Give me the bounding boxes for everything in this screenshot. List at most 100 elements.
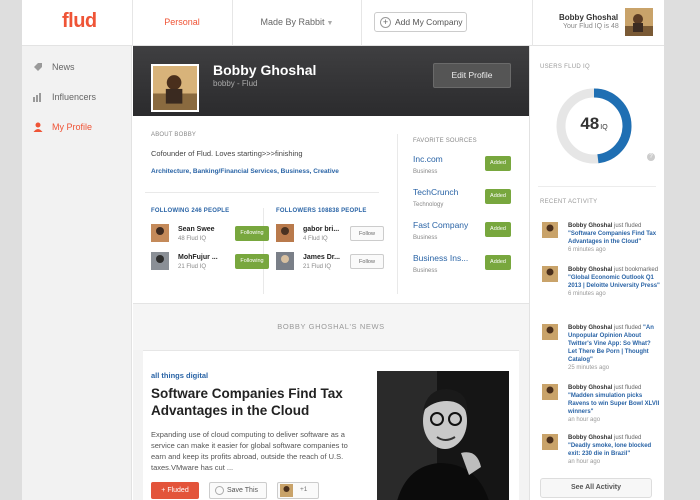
activity-link[interactable]: "Software Companies Find Tax Advantages … — [568, 231, 656, 245]
about-caption: ABOUT BOBBY — [151, 132, 197, 138]
list-item: gabor bri... 4 Flud IQ Follow — [276, 224, 396, 246]
tab-label: Made By Rabbit — [260, 17, 325, 27]
activity-caption: RECENT ACTIVITY — [540, 199, 598, 205]
avatar[interactable] — [151, 224, 169, 242]
followers-caption[interactable]: FOLLOWERS 108838 PEOPLE — [276, 208, 367, 214]
fluded-button[interactable]: + Fluded — [151, 482, 199, 499]
profile-card: ABOUT BOBBY Cofounder of Flud. Loves sta… — [133, 116, 529, 304]
source-category: Technology — [413, 202, 444, 208]
sidebar-item-label: My Profile — [52, 122, 93, 132]
source-category: Business — [413, 268, 438, 274]
activity-user[interactable]: Bobby Ghoshal — [568, 223, 612, 229]
following-caption[interactable]: FOLLOWING 246 PEOPLE — [151, 208, 229, 214]
person-iq: 48 Flud IQ — [178, 236, 207, 242]
person-icon — [33, 122, 43, 132]
avatar[interactable] — [542, 222, 558, 238]
profile-handle: bobby - Flud — [213, 79, 258, 88]
sidebar-item-label: Influencers — [52, 92, 97, 102]
tab-personal[interactable]: Personal — [132, 0, 232, 46]
source-category: Business — [413, 235, 438, 241]
activity-verb: just bookmarked — [614, 267, 659, 273]
news-article: all things digital Software Companies Fi… — [143, 350, 519, 500]
profile-name: Bobby Ghoshal — [213, 62, 317, 78]
article-title[interactable]: Software Companies Find Tax Advantages i… — [151, 385, 356, 419]
avatar[interactable] — [276, 252, 294, 270]
list-item: Fast Company Business Added — [413, 220, 523, 246]
list-item: James Dr... 21 Flud IQ Follow — [276, 252, 396, 274]
bars-icon — [33, 93, 41, 102]
avatar[interactable] — [542, 266, 558, 282]
avatar[interactable] — [542, 324, 558, 340]
user-menu[interactable]: Bobby Ghoshal Your Flud IQ is 48 — [532, 0, 664, 46]
activity-time: 6 minutes ago — [568, 291, 606, 297]
avatar[interactable] — [151, 252, 169, 270]
activity-verb: just fluded — [614, 223, 642, 229]
list-item: Inc.com Business Added — [413, 154, 523, 180]
activity-link[interactable]: "Global Economic Outlook Q1 2013 | Deloi… — [568, 275, 660, 289]
activity-verb: just fluded — [614, 435, 642, 441]
avatar[interactable] — [542, 384, 558, 400]
avatar[interactable] — [542, 434, 558, 450]
person-name[interactable]: gabor bri... — [303, 226, 339, 233]
flud-logo[interactable]: flud — [62, 10, 97, 33]
source-name[interactable]: Inc.com — [413, 154, 443, 164]
activity-user[interactable]: Bobby Ghoshal — [568, 267, 612, 273]
iq-value: 48IQ — [554, 114, 634, 134]
person-iq: 4 Flud IQ — [303, 236, 328, 242]
article-body: Expanding use of cloud computing to deli… — [151, 430, 348, 472]
profile-header: Bobby Ghoshal bobby - Flud Edit Profile — [133, 46, 529, 116]
add-my-company-button[interactable]: + Add My Company — [374, 12, 467, 32]
person-name[interactable]: James Dr... — [303, 254, 340, 261]
sidebar-item-my-profile[interactable]: My Profile — [22, 112, 132, 142]
sidebar-item-label: News — [52, 62, 75, 72]
source-name[interactable]: TechCrunch — [413, 187, 458, 197]
help-icon[interactable]: ? — [647, 153, 655, 161]
tag-icon — [34, 63, 42, 71]
fluded-by-count[interactable]: +1 — [277, 482, 319, 499]
added-button[interactable]: Added — [485, 156, 511, 171]
following-button[interactable]: Following — [235, 254, 269, 269]
added-button[interactable]: Added — [485, 222, 511, 237]
activity-time: an hour ago — [568, 417, 601, 423]
avatar[interactable] — [625, 8, 653, 36]
person-name[interactable]: Sean Swee — [178, 226, 215, 233]
see-all-activity-button[interactable]: See All Activity — [540, 478, 652, 498]
added-button[interactable]: Added — [485, 255, 511, 270]
article-image[interactable] — [377, 371, 509, 500]
activity-time: 6 minutes ago — [568, 247, 606, 253]
activity-user[interactable]: Bobby Ghoshal — [568, 385, 612, 391]
save-this-button[interactable]: Save This — [209, 482, 267, 499]
activity-text: Bobby Ghoshal just fluded "Madden simula… — [568, 384, 660, 424]
activity-text: Bobby Ghoshal just fluded "Deadly smoke,… — [568, 434, 660, 466]
sidebar-item-influencers[interactable]: Influencers — [22, 82, 132, 112]
activity-user[interactable]: Bobby Ghoshal — [568, 325, 612, 331]
activity-user[interactable]: Bobby Ghoshal — [568, 435, 612, 441]
list-item: Business Ins... Business Added — [413, 253, 523, 279]
sidebar: News Influencers My Profile — [22, 46, 132, 500]
list-item: MohFujur ... 21 Flud IQ Following — [151, 252, 271, 274]
article-source[interactable]: all things digital — [151, 371, 208, 380]
user-name: Bobby Ghoshal — [559, 13, 619, 22]
activity-verb: just fluded — [614, 385, 642, 391]
source-name[interactable]: Fast Company — [413, 220, 468, 230]
person-name[interactable]: MohFujur ... — [178, 254, 218, 261]
iq-caption: USERS FLUD IQ — [540, 64, 590, 70]
avatar[interactable] — [276, 224, 294, 242]
activity-time: an hour ago — [568, 459, 601, 465]
added-button[interactable]: Added — [485, 189, 511, 204]
profile-tags[interactable]: Architecture, Banking/Financial Services… — [151, 168, 339, 175]
following-button[interactable]: Following — [235, 226, 269, 241]
follow-button[interactable]: Follow — [350, 226, 384, 241]
tab-made-by-rabbit[interactable]: Made By Rabbit ▼ — [232, 0, 362, 46]
circle-icon — [215, 486, 224, 495]
follow-button[interactable]: Follow — [350, 254, 384, 269]
sidebar-item-news[interactable]: News — [22, 52, 132, 82]
source-name[interactable]: Business Ins... — [413, 253, 468, 263]
activity-link[interactable]: "Madden simulation picks Ravens to win S… — [568, 393, 659, 415]
profile-bio: Cofounder of Flud. Loves starting>>>fini… — [151, 149, 303, 158]
activity-verb: just fluded — [614, 325, 642, 331]
iq-unit: IQ — [600, 124, 608, 131]
activity-link[interactable]: "Deadly smoke, lone blocked exit: 230 di… — [568, 443, 651, 457]
edit-profile-button[interactable]: Edit Profile — [433, 63, 511, 88]
activity-time: 25 minutes ago — [568, 365, 610, 371]
